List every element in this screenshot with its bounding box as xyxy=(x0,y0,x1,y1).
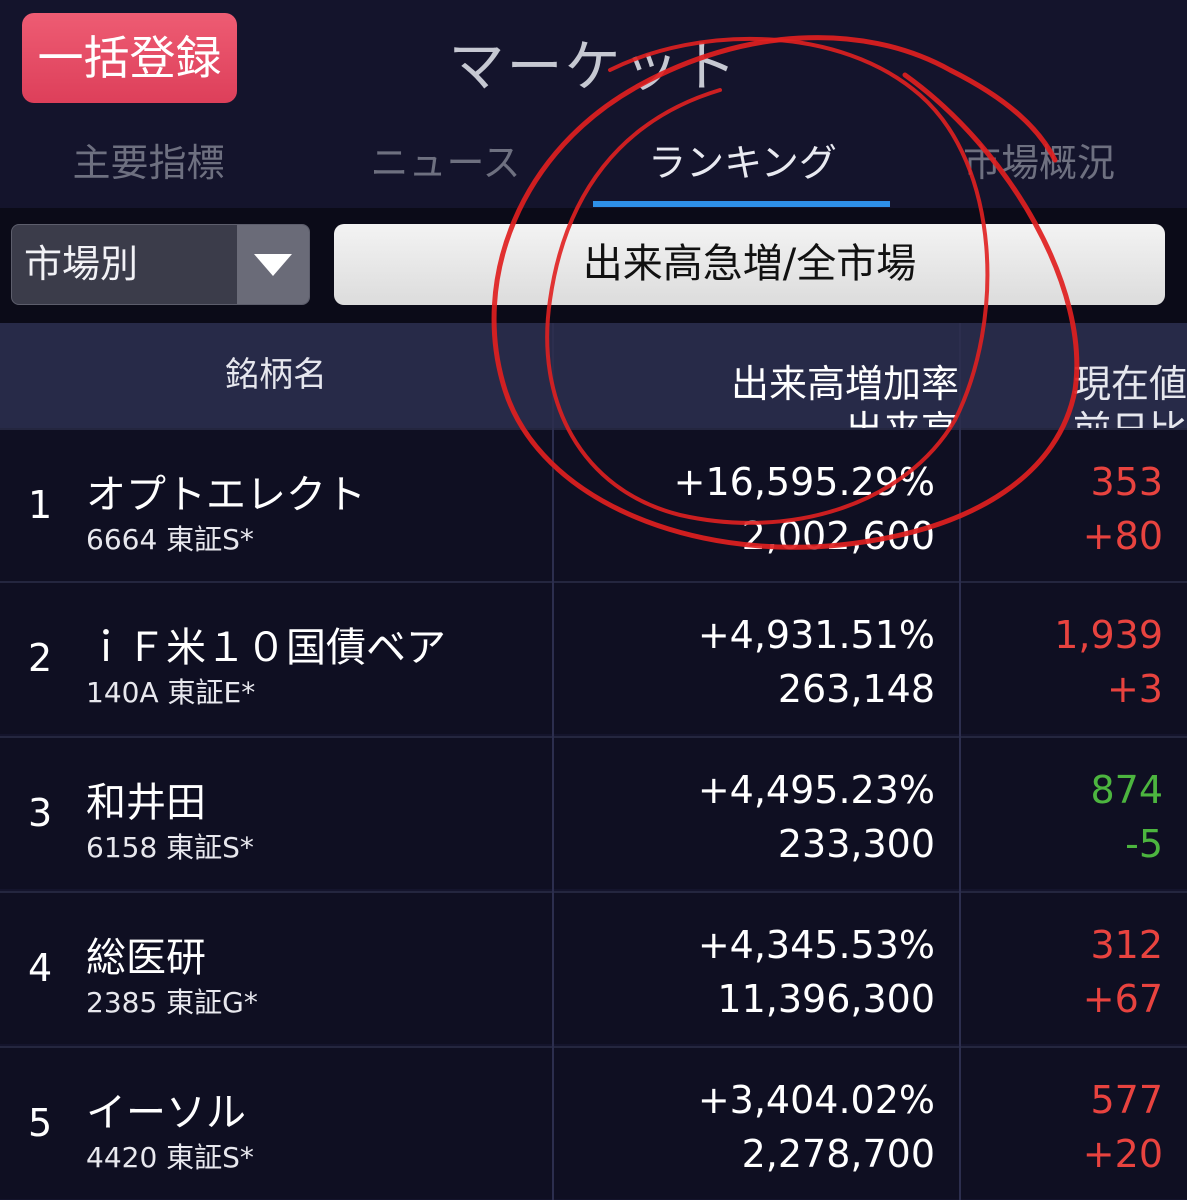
volume-increase-rate: +4,345.53% xyxy=(697,923,935,967)
stock-name: オプトエレクト xyxy=(86,472,366,518)
active-tab-indicator xyxy=(593,201,890,207)
volume: 2,002,600 xyxy=(741,514,935,558)
stock-code: 4420 東証S* xyxy=(86,1141,254,1174)
day-change: +80 xyxy=(1082,514,1163,558)
volume: 11,396,300 xyxy=(717,977,935,1021)
stock-name: 総医研 xyxy=(86,935,206,981)
stock-name: 和井田 xyxy=(86,780,206,826)
stock-code: 6664 東証S* xyxy=(86,523,254,556)
column-header-price-label: 現在値 xyxy=(1072,362,1187,406)
stock-name: イーソル xyxy=(86,1090,246,1136)
rank-number: 1 xyxy=(28,483,53,527)
table-header: 銘柄名 出来高増加率 出来高 現在値 前日比 xyxy=(0,323,1187,452)
tab-market-overview[interactable]: 市場概況 xyxy=(891,120,1187,208)
column-header-name[interactable]: 銘柄名 xyxy=(0,323,552,428)
tab-bar: 主要指標 ニュース ランキング 市場概況 xyxy=(0,120,1187,210)
stock-name: ｉＦ米１０国債ベア xyxy=(86,625,446,671)
volume-increase-rate: +16,595.29% xyxy=(673,460,935,504)
volume: 233,300 xyxy=(777,822,935,866)
day-change: +67 xyxy=(1082,977,1163,1021)
day-change: +3 xyxy=(1106,667,1163,711)
table-row[interactable]: 5 イーソル 4420 東証S* +3,404.02% 2,278,700 57… xyxy=(0,1046,1187,1199)
current-price: 577 xyxy=(1090,1078,1163,1122)
stock-code: 140A 東証E* xyxy=(86,676,256,709)
volume-increase-rate: +3,404.02% xyxy=(697,1078,935,1122)
current-price: 1,939 xyxy=(1054,613,1163,657)
table-row[interactable]: 3 和井田 6158 東証S* +4,495.23% 233,300 874 -… xyxy=(0,736,1187,889)
chevron-down-icon xyxy=(254,254,292,276)
market-select[interactable]: 市場別 xyxy=(11,224,310,305)
tab-ranking[interactable]: ランキング xyxy=(594,120,891,208)
column-divider xyxy=(959,323,961,1200)
current-price: 312 xyxy=(1090,923,1163,967)
rank-number: 2 xyxy=(28,636,53,680)
tab-news[interactable]: ニュース xyxy=(297,120,594,208)
table-row[interactable]: 1 オプトエレクト 6664 東証S* +16,595.29% 2,002,60… xyxy=(0,428,1187,581)
day-change: -5 xyxy=(1125,822,1163,866)
table-row[interactable]: 2 ｉＦ米１０国債ベア 140A 東証E* +4,931.51% 263,148… xyxy=(0,581,1187,734)
rank-number: 5 xyxy=(28,1101,53,1145)
select-dropdown-button[interactable] xyxy=(237,225,309,304)
current-price: 353 xyxy=(1090,460,1163,504)
volume-increase-rate: +4,931.51% xyxy=(697,613,935,657)
app-header: 一括登録 マーケット xyxy=(0,0,1187,120)
rank-number: 3 xyxy=(28,791,53,835)
day-change: +20 xyxy=(1082,1132,1163,1176)
stock-code: 2385 東証G* xyxy=(86,986,258,1019)
column-divider xyxy=(552,323,554,1200)
rank-number: 4 xyxy=(28,946,53,990)
current-price: 874 xyxy=(1090,768,1163,812)
volume-increase-rate: +4,495.23% xyxy=(697,768,935,812)
tab-key-indicators[interactable]: 主要指標 xyxy=(0,120,297,208)
market-select-value: 市場別 xyxy=(24,242,139,286)
table-row[interactable]: 4 総医研 2385 東証G* +4,345.53% 11,396,300 31… xyxy=(0,891,1187,1044)
page-title: マーケット xyxy=(448,35,739,100)
column-header-rate-label: 出来高増加率 xyxy=(730,362,959,406)
ranking-type-button[interactable]: 出来高急増/全市場 xyxy=(334,224,1165,305)
volume: 263,148 xyxy=(777,667,935,711)
volume: 2,278,700 xyxy=(741,1132,935,1176)
stock-code: 6158 東証S* xyxy=(86,831,254,864)
